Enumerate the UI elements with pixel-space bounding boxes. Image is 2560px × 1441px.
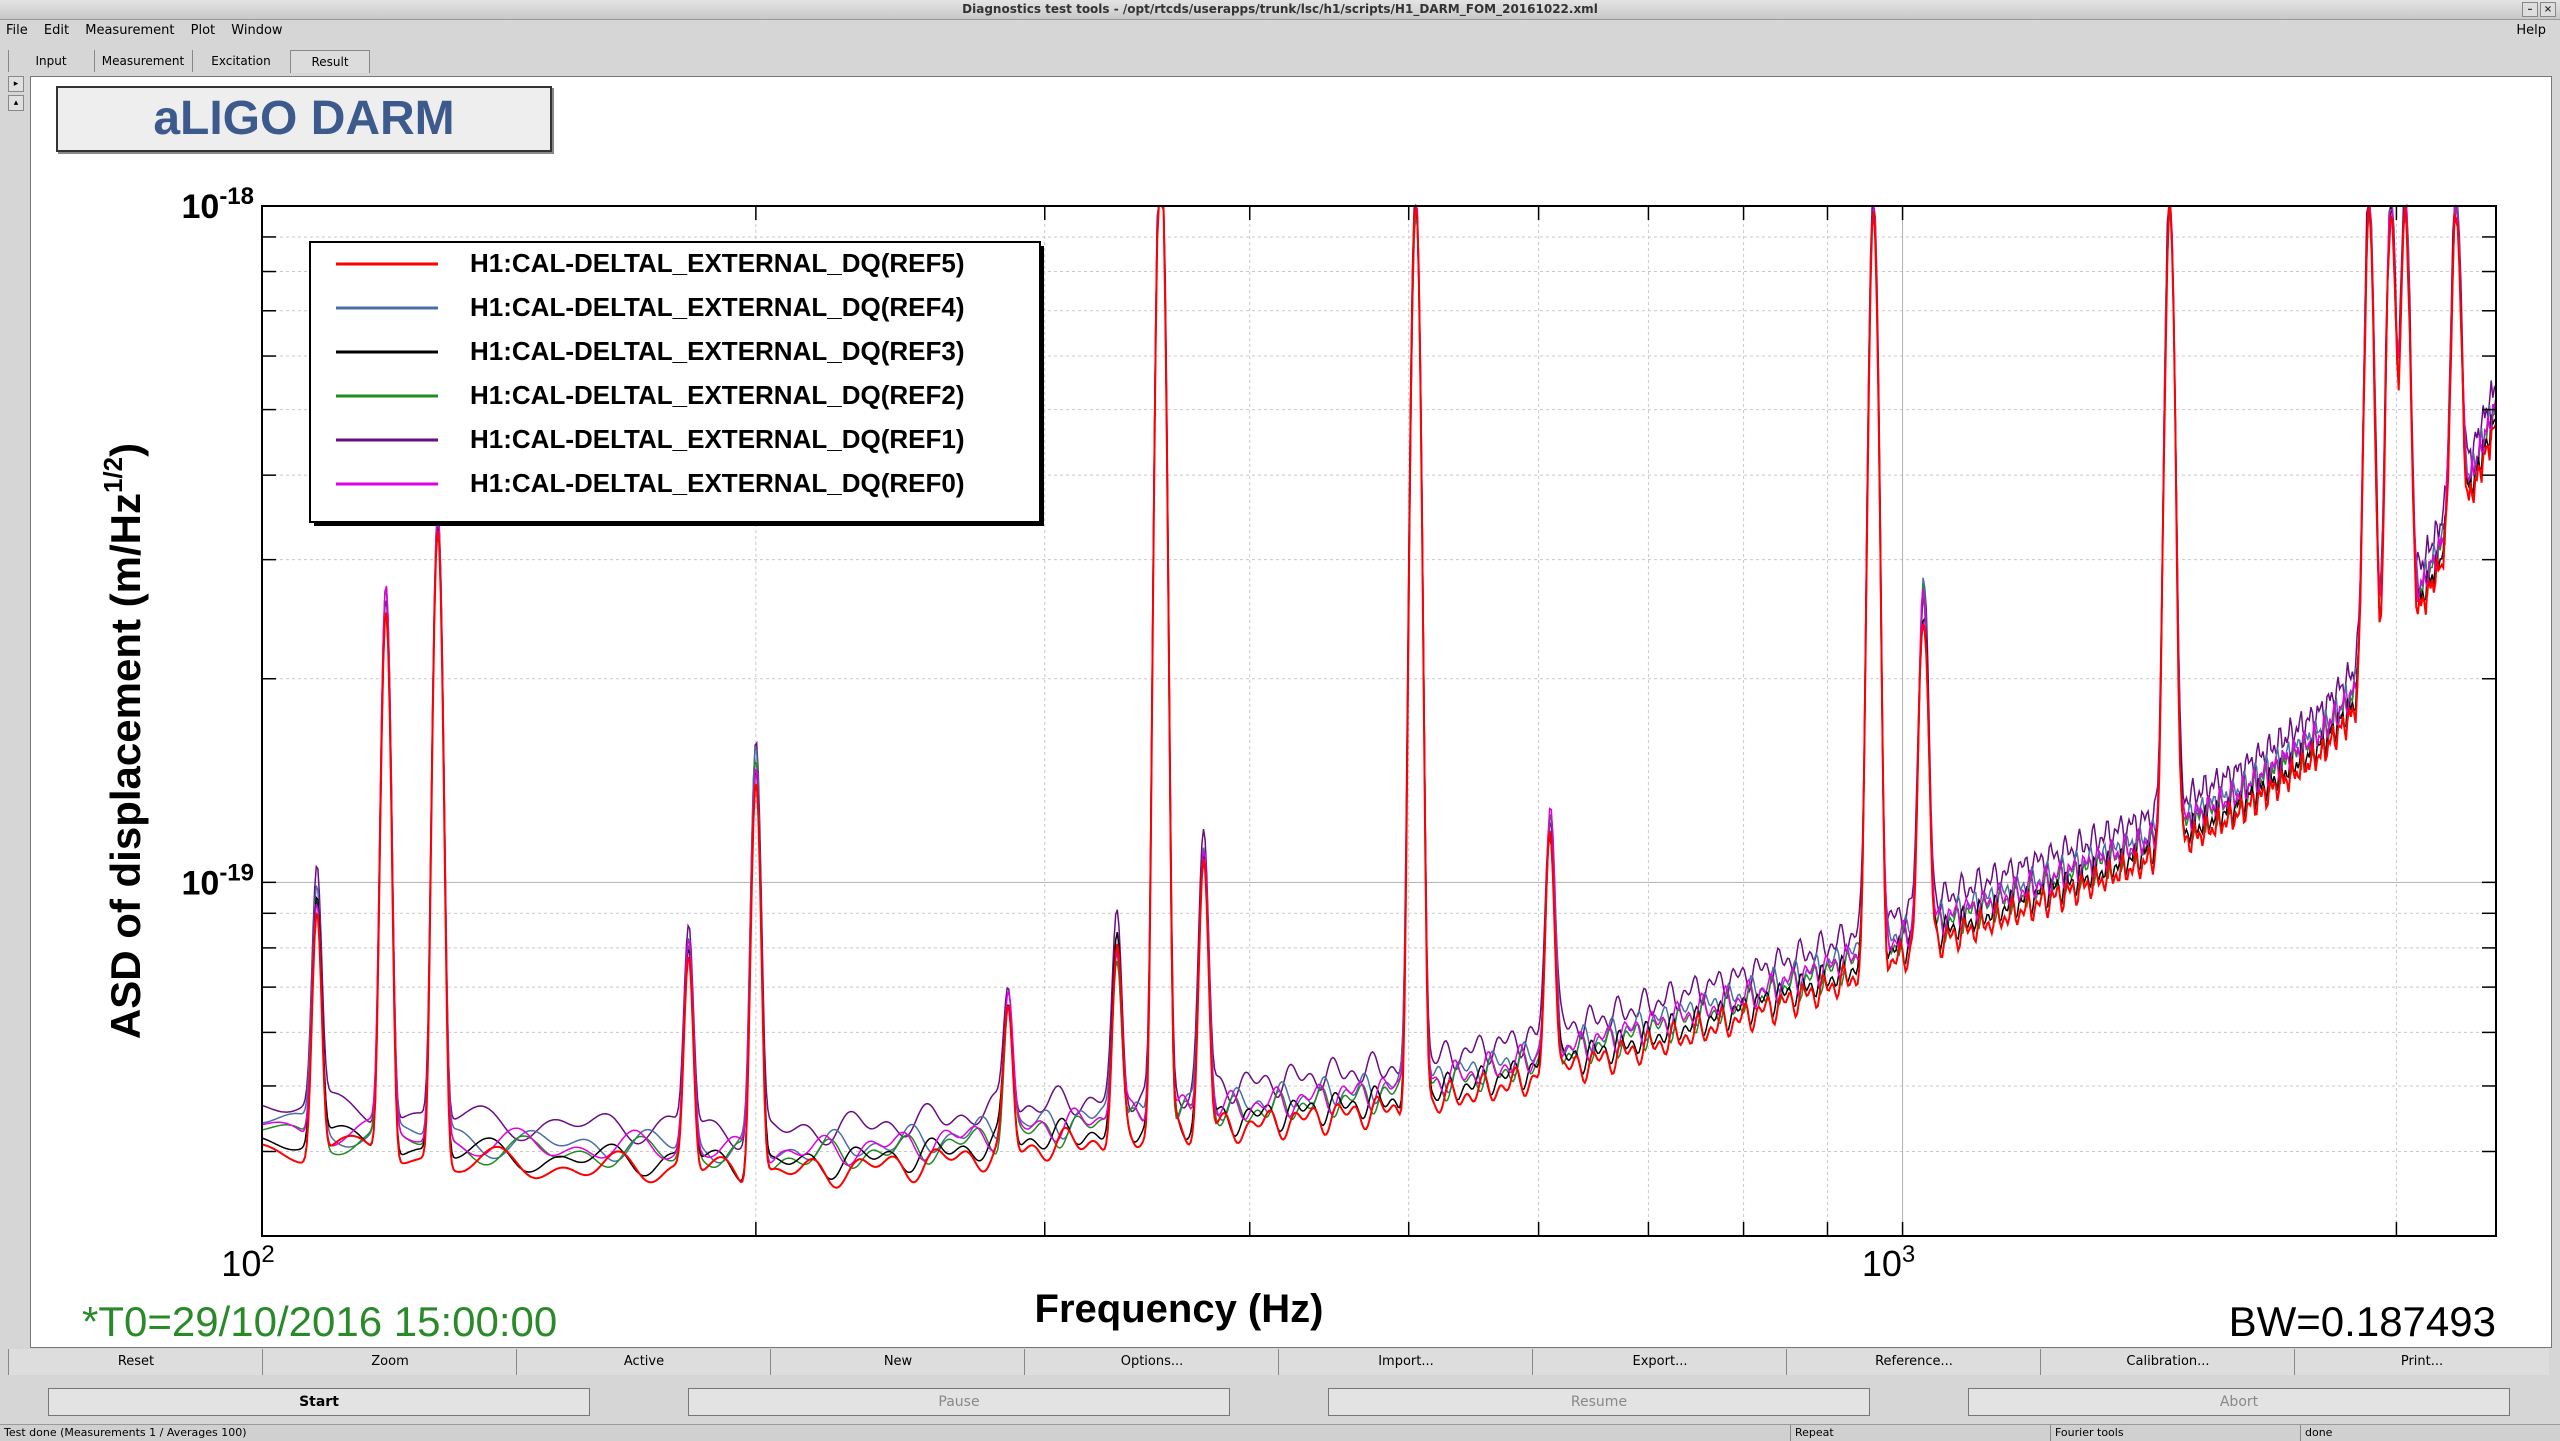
menu-file[interactable]: File [6, 23, 28, 38]
print-button[interactable]: Print... [2294, 1349, 2549, 1375]
panel-scroll-arrows: ▸ ▴ [8, 76, 24, 116]
plot-toolbar: Reset Zoom Active New Options... Import.… [8, 1349, 2552, 1375]
timestamp-label: *T0=29/10/2016 15:00:00 [82, 1298, 557, 1345]
status-main: Test done (Measurements 1 / Averages 100… [4, 1426, 247, 1439]
status-repeat: Repeat [1790, 1425, 1834, 1441]
status-mode: Fourier tools [2050, 1425, 2124, 1441]
legend-label: H1:CAL-DELTAL_EXTERNAL_DQ(REF3) [470, 336, 964, 366]
bandwidth-label: BW=0.187493 [2229, 1298, 2496, 1345]
options-button[interactable]: Options... [1024, 1349, 1279, 1375]
reset-button[interactable]: Reset [8, 1349, 263, 1375]
reference-button[interactable]: Reference... [1786, 1349, 2041, 1375]
x-axis-label: Frequency (Hz) [1035, 1287, 1324, 1331]
zoom-button[interactable]: Zoom [262, 1349, 517, 1375]
window-titlebar: Diagnostics test tools - /opt/rtcds/user… [0, 0, 2560, 20]
import-button[interactable]: Import... [1278, 1349, 1533, 1375]
menu-plot[interactable]: Plot [191, 23, 216, 38]
y-tick-label: 10-19 [181, 859, 254, 902]
arrow-up-icon[interactable]: ▴ [8, 95, 24, 111]
abort-button[interactable]: Abort [1968, 1388, 2510, 1416]
tab-input[interactable]: Input [8, 50, 93, 72]
start-button[interactable]: Start [48, 1388, 590, 1416]
menu-measurement[interactable]: Measurement [85, 23, 174, 38]
pause-button[interactable]: Pause [688, 1388, 1230, 1416]
window-title: Diagnostics test tools - /opt/rtcds/user… [962, 2, 1598, 16]
x-tick-label: 103 [1862, 1241, 1915, 1284]
menu-help[interactable]: Help [2516, 20, 2546, 42]
minimize-icon[interactable]: – [2522, 2, 2538, 17]
menu-bar: File Edit Measurement Plot Window Help [0, 20, 2560, 42]
legend-label: H1:CAL-DELTAL_EXTERNAL_DQ(REF1) [470, 424, 964, 454]
tab-measurement[interactable]: Measurement [94, 50, 191, 72]
y-tick-label: 10-18 [181, 183, 254, 226]
menu-window[interactable]: Window [231, 23, 282, 38]
asd-chart[interactable]: 102 103 10-18 10-19 Frequency (Hz) ASD of dis… [30, 76, 2550, 1346]
status-bar: Test done (Measurements 1 / Averages 100… [0, 1424, 2560, 1441]
legend-label: H1:CAL-DELTAL_EXTERNAL_DQ(REF2) [470, 380, 964, 410]
close-icon[interactable]: × [2540, 2, 2556, 17]
new-button[interactable]: New [770, 1349, 1025, 1375]
calibration-button[interactable]: Calibration... [2040, 1349, 2295, 1375]
legend-label: H1:CAL-DELTAL_EXTERNAL_DQ(REF5) [470, 248, 964, 278]
arrow-right-icon[interactable]: ▸ [8, 76, 24, 92]
resume-button[interactable]: Resume [1328, 1388, 1870, 1416]
y-axis-label: ASD of displacement (m/Hz1/2) [98, 443, 149, 1039]
measurement-controls: Start Pause Resume Abort [48, 1388, 2528, 1416]
export-button[interactable]: Export... [1532, 1349, 1787, 1375]
status-state: done [2300, 1425, 2332, 1441]
menu-edit[interactable]: Edit [44, 23, 69, 38]
tab-result[interactable]: Result [290, 50, 370, 73]
active-button[interactable]: Active [516, 1349, 771, 1375]
tab-excitation[interactable]: Excitation [192, 50, 289, 72]
legend-label: H1:CAL-DELTAL_EXTERNAL_DQ(REF4) [470, 292, 964, 322]
legend-label: H1:CAL-DELTAL_EXTERNAL_DQ(REF0) [470, 468, 964, 498]
x-tick-label: 102 [221, 1241, 274, 1284]
